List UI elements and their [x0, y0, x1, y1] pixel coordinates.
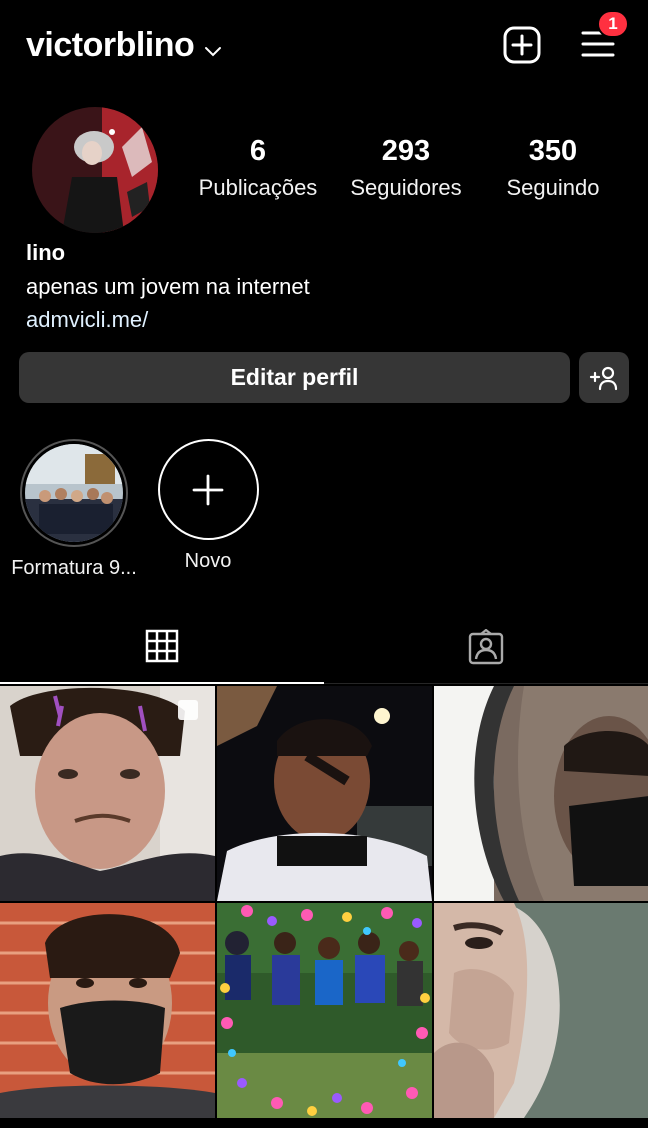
following-stat[interactable]: 350 Seguindo [487, 135, 619, 201]
followers-count: 293 [381, 135, 431, 167]
new-highlight-circle [157, 439, 259, 540]
highlight-label: Formatura 9... [11, 557, 137, 579]
add-person-icon [589, 366, 618, 390]
post-thumbnail[interactable] [0, 903, 215, 1118]
create-post-button[interactable] [503, 26, 541, 64]
bio-link[interactable]: admvicli.me/ [26, 304, 310, 338]
multiple-posts-icon [178, 700, 198, 720]
plus-square-icon [503, 26, 541, 64]
display-name: lino [26, 240, 66, 265]
edit-profile-button[interactable]: Editar perfil [19, 352, 570, 403]
post-thumbnail[interactable] [434, 903, 648, 1118]
post-thumbnail[interactable] [217, 686, 432, 901]
tab-tagged[interactable] [324, 610, 648, 684]
profile-bio: lino apenas um jovem na internet admvicl… [26, 238, 310, 338]
profile-tabs [0, 610, 648, 684]
discover-people-button[interactable] [579, 352, 629, 403]
highlight-new[interactable]: Novo [150, 439, 266, 573]
account-switcher[interactable]: victorblino [26, 24, 222, 67]
highlight-label: Novo [184, 550, 232, 572]
username: victorblino [26, 26, 195, 64]
post-thumbnail[interactable] [0, 686, 215, 901]
notification-badge: 1 [597, 10, 629, 38]
tagged-person-icon [468, 629, 504, 665]
grid-icon [145, 629, 179, 663]
top-bar: victorblino 1 [0, 0, 648, 88]
highlight-cover [25, 444, 123, 542]
post-thumbnail[interactable] [217, 903, 432, 1118]
following-count: 350 [528, 135, 578, 167]
highlight-formatura[interactable]: Formatura 9... [6, 439, 142, 580]
followers-stat[interactable]: 293 Seguidores [336, 135, 476, 201]
posts-label: Publicações [198, 175, 318, 200]
tab-posts[interactable] [0, 610, 324, 684]
plus-icon [192, 474, 224, 505]
followers-label: Seguidores [350, 175, 462, 200]
highlight-ring [20, 439, 128, 547]
profile-avatar[interactable] [32, 107, 158, 233]
posts-count: 6 [249, 135, 267, 167]
bio-text: apenas um jovem na internet [26, 274, 310, 299]
post-thumbnail[interactable] [434, 686, 648, 901]
posts-stat[interactable]: 6 Publicações [188, 135, 328, 201]
chevron-down-icon [204, 28, 222, 67]
following-label: Seguindo [506, 175, 600, 200]
